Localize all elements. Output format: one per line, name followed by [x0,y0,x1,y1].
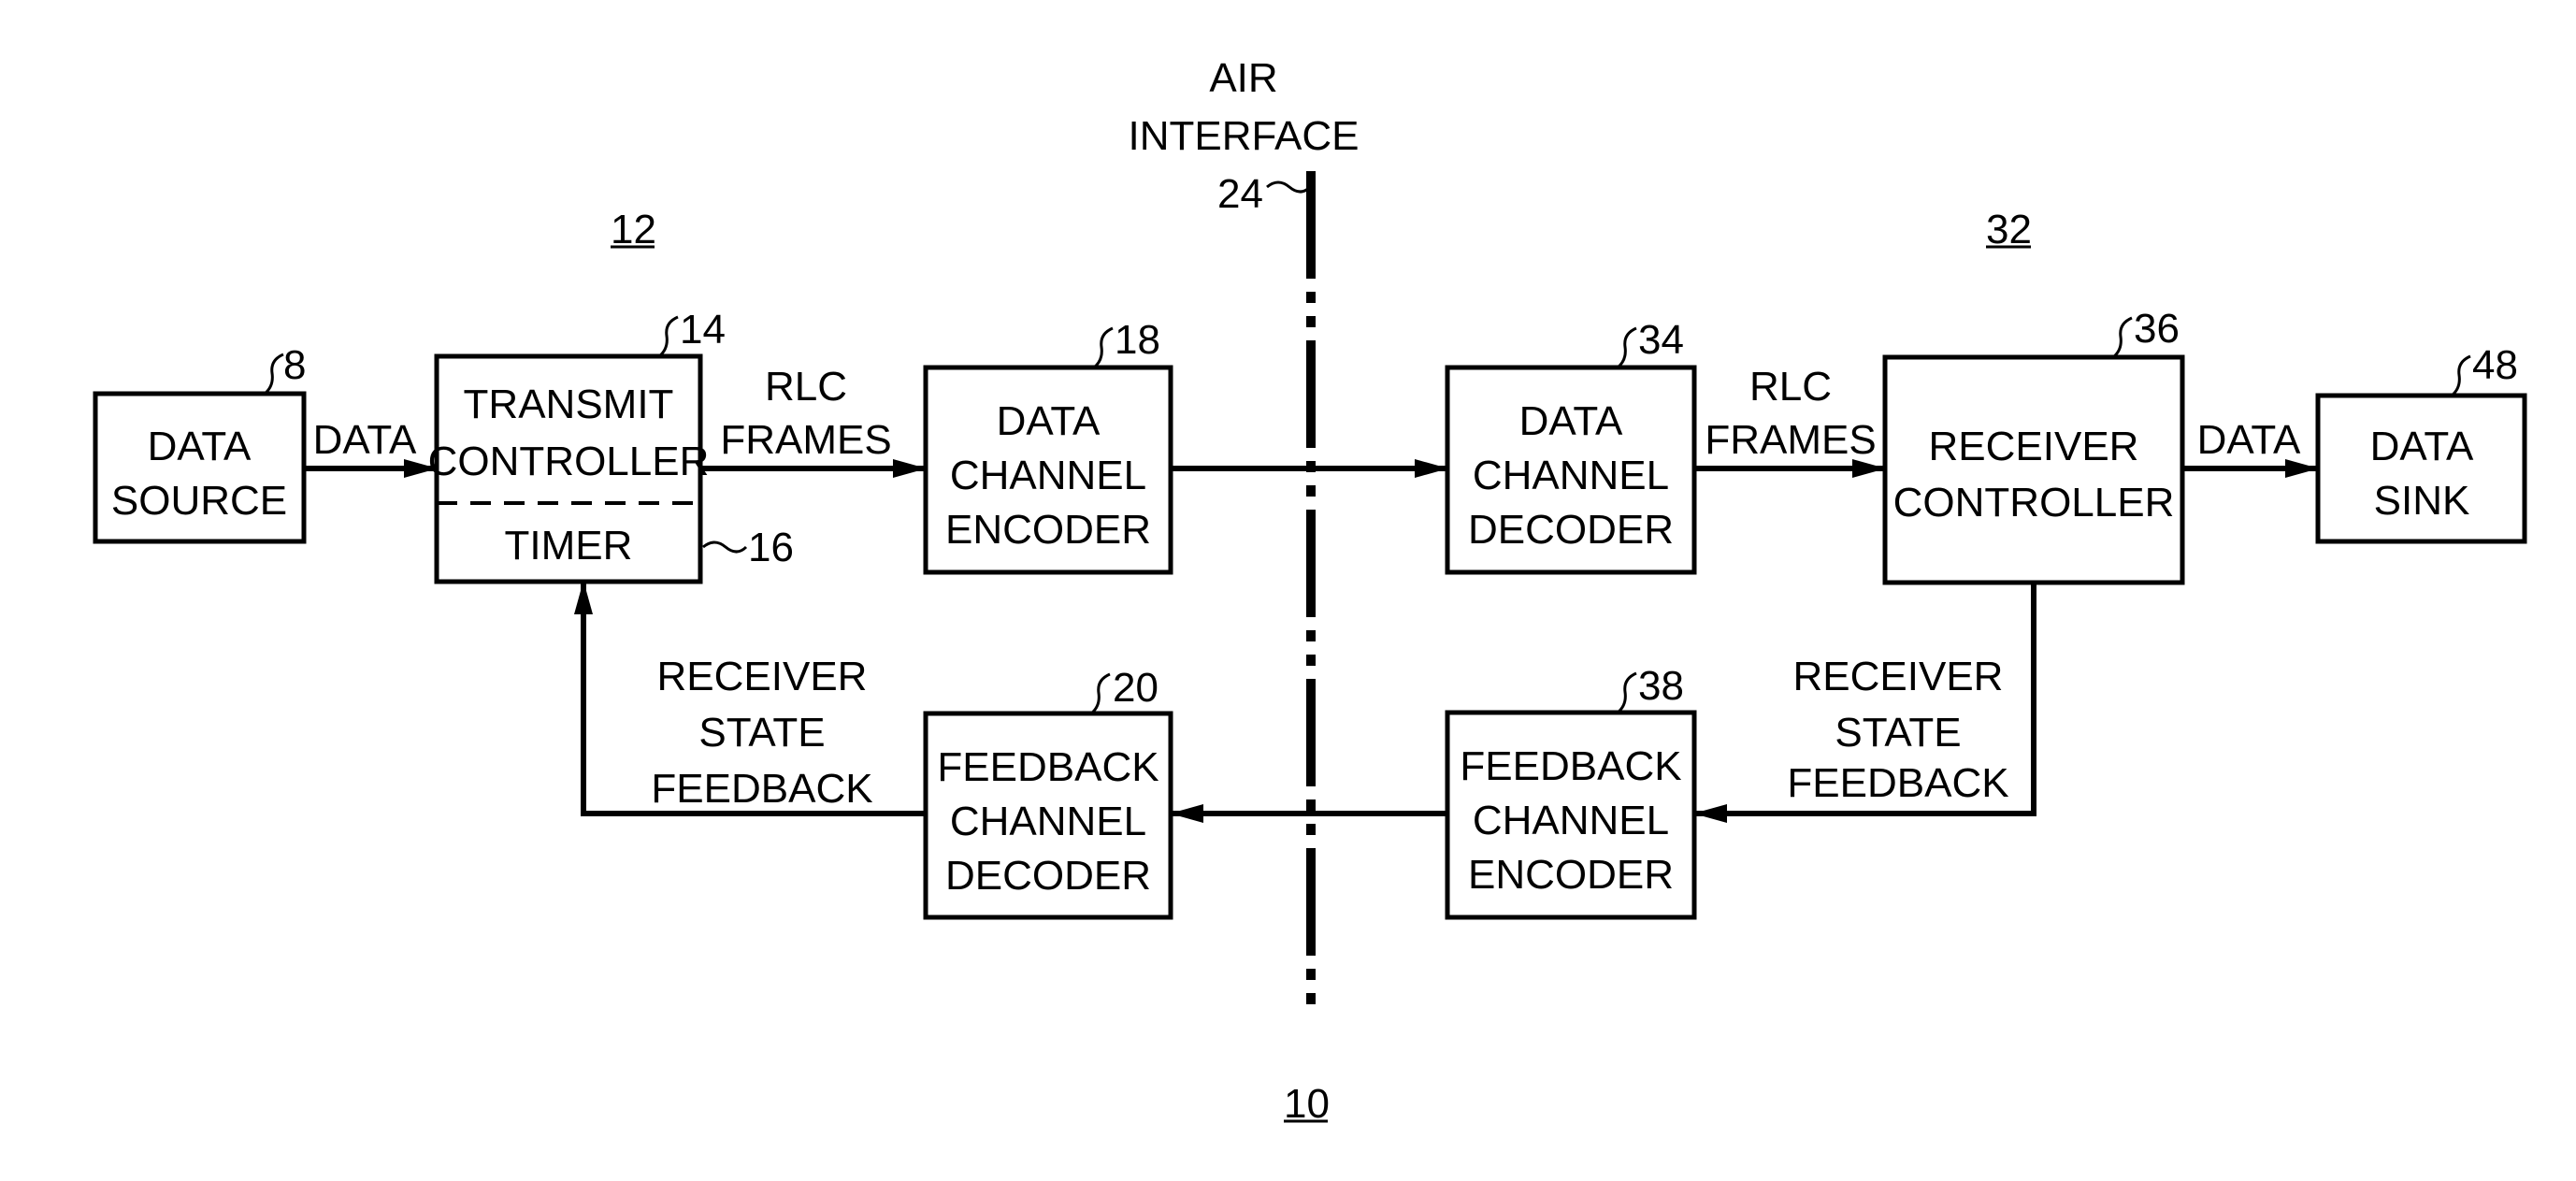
svg-text:DECODER: DECODER [1468,507,1674,553]
data-channel-encoder-text: DATA CHANNEL ENCODER [945,398,1151,553]
transmit-controller-text: TRANSMIT CONTROLLER [428,382,710,484]
svg-text:DATA: DATA [1519,398,1623,444]
ref-48: 48 [2472,342,2518,388]
svg-text:CHANNEL: CHANNEL [1473,798,1669,843]
block-diagram: DATA SOURCE TRANSMIT CONTROLLER TIMER DA… [93,55,2527,1127]
svg-text:DATA: DATA [148,424,252,469]
svg-text:DATA: DATA [2370,424,2474,469]
ref-leader-18 [1093,326,1114,369]
svg-text:RLC: RLC [1749,364,1832,410]
data-sink-text: DATA SINK [2370,424,2474,524]
svg-text:STATE: STATE [1835,710,1961,756]
svg-text:AIR: AIR [1209,55,1277,101]
svg-text:FRAMES: FRAMES [720,417,891,463]
svg-text:CHANNEL: CHANNEL [950,453,1146,498]
feedback-rx-label: RECEIVER STATE FEEDBACK [1787,654,2008,806]
receiver-controller-text: RECEIVER CONTROLLER [1893,424,2175,526]
ref-36: 36 [2134,306,2180,352]
svg-text:DECODER: DECODER [945,853,1151,899]
svg-text:FEEDBACK: FEEDBACK [1787,760,2008,806]
data-channel-decoder-text: DATA CHANNEL DECODER [1468,398,1674,553]
svg-text:TIMER: TIMER [505,523,633,569]
svg-text:FRAMES: FRAMES [1705,417,1876,463]
svg-text:FEEDBACK: FEEDBACK [937,744,1158,790]
ref-leader-8 [264,353,284,396]
ref-leader-48 [2451,354,2471,397]
svg-text:ENCODER: ENCODER [945,507,1151,553]
svg-text:DATA: DATA [313,417,417,463]
svg-text:RECEIVER: RECEIVER [1929,424,2139,469]
air-interface-label: AIR INTERFACE [1129,55,1360,159]
feedback-tx-label: RECEIVER STATE FEEDBACK [651,654,872,812]
svg-text:SOURCE: SOURCE [111,478,287,524]
svg-text:CHANNEL: CHANNEL [950,799,1146,844]
timer-text: TIMER [505,523,633,569]
ref-leader-16 [702,540,748,554]
svg-text:STATE: STATE [698,710,825,756]
svg-text:SINK: SINK [2374,478,2470,524]
svg-text:RECEIVER: RECEIVER [657,654,868,699]
svg-text:TRANSMIT: TRANSMIT [464,382,674,427]
svg-text:FEEDBACK: FEEDBACK [1460,743,1681,789]
data-source-text: DATA SOURCE [111,424,287,524]
svg-text:FEEDBACK: FEEDBACK [651,766,872,812]
svg-text:CONTROLLER: CONTROLLER [428,439,710,484]
ref-leader-14 [658,315,679,358]
ref-16: 16 [748,525,794,570]
svg-text:DATA: DATA [2197,417,2301,463]
ref-leader-34 [1617,326,1637,369]
ref-14: 14 [680,307,726,353]
rlc-frames-tx-label: RLC FRAMES [720,364,891,463]
air-interface-leader [1266,180,1312,194]
svg-text:DATA: DATA [997,398,1101,444]
ref-leader-20 [1090,672,1111,715]
ref-38: 38 [1638,663,1684,709]
feedback-channel-encoder-text: FEEDBACK CHANNEL ENCODER [1460,743,1681,898]
receiver-controller-block [1882,354,2185,585]
data-out-label: DATA [2197,417,2301,463]
data-in-label: DATA [313,417,417,463]
svg-text:RLC: RLC [765,364,847,410]
ref-18: 18 [1115,317,1160,363]
ref-20: 20 [1113,665,1158,711]
ref-34: 34 [1638,317,1684,363]
ref-8: 8 [283,342,306,388]
svg-text:RECEIVER: RECEIVER [1793,654,2004,699]
ref-24: 24 [1217,171,1263,217]
ref-leader-38 [1617,671,1637,714]
svg-text:CHANNEL: CHANNEL [1473,453,1669,498]
ref-leader-36 [2112,316,2133,359]
svg-text:CONTROLLER: CONTROLLER [1893,480,2175,526]
feedback-channel-decoder-text: FEEDBACK CHANNEL DECODER [937,744,1158,899]
svg-text:ENCODER: ENCODER [1468,852,1674,898]
rlc-frames-rx-label: RLC FRAMES [1705,364,1876,463]
svg-text:INTERFACE: INTERFACE [1129,113,1360,159]
